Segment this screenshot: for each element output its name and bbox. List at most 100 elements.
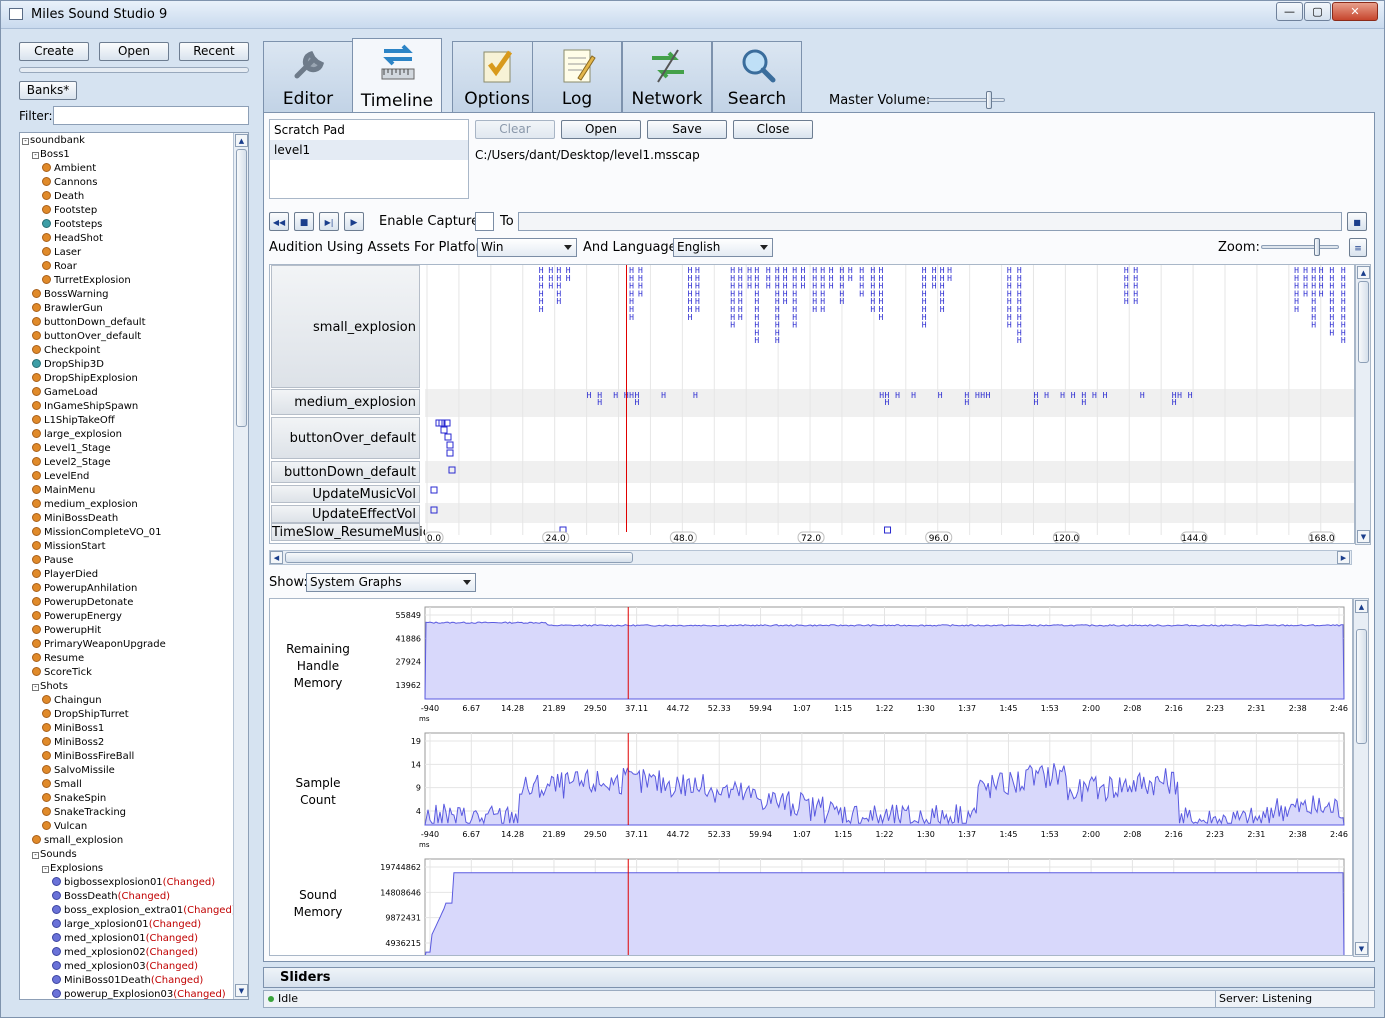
tree-item[interactable]: - Boss1 bbox=[32, 148, 70, 162]
capture-target-input[interactable] bbox=[518, 212, 1342, 231]
tree-item[interactable]: MiniBossFireBall bbox=[42, 750, 134, 764]
language-select[interactable]: English bbox=[673, 238, 773, 257]
save-button[interactable]: Save bbox=[647, 120, 727, 139]
tree-item[interactable]: PowerupEnergy bbox=[32, 610, 122, 624]
recent-button[interactable]: Recent bbox=[179, 42, 249, 61]
zoom-thumb[interactable] bbox=[1314, 238, 1320, 256]
tree-item[interactable]: Chaingun bbox=[42, 694, 102, 708]
scroll-thumb[interactable] bbox=[236, 149, 247, 427]
open-button[interactable]: Open bbox=[99, 42, 169, 61]
tree-item[interactable]: Footsteps bbox=[42, 218, 102, 232]
tree-item[interactable]: MiniBoss2 bbox=[42, 736, 104, 750]
timeline-vscrollbar[interactable]: ▲ ▼ bbox=[1355, 264, 1371, 545]
banks-button[interactable]: Banks* bbox=[19, 81, 77, 100]
tree-item[interactable]: SalvoMissile bbox=[42, 764, 115, 778]
tree-item[interactable]: MainMenu bbox=[32, 484, 95, 498]
collapse-icon[interactable]: - bbox=[42, 866, 49, 873]
show-select[interactable]: System Graphs bbox=[306, 573, 476, 592]
tree-item[interactable]: PowerupDetonate bbox=[32, 596, 133, 610]
timeline-plot[interactable]: HHHHHHHHHHHHHHHHHHHHHHHHHHHHHHHHHHHHHHHH… bbox=[425, 265, 1355, 544]
close-button[interactable]: Close bbox=[733, 120, 813, 139]
browse-button[interactable]: ■ bbox=[1347, 212, 1367, 231]
tree-item[interactable]: Resume bbox=[32, 652, 84, 666]
tree-item[interactable]: InGameShipSpawn bbox=[32, 400, 138, 414]
tree-item[interactable]: - Shots bbox=[32, 680, 68, 694]
play-button[interactable]: ▶ bbox=[344, 212, 364, 231]
event-timeline[interactable]: small_explosion medium_explosion buttonOve… bbox=[269, 264, 1355, 544]
sliders-panel-header[interactable]: Sliders bbox=[263, 967, 1375, 988]
tree-item[interactable]: Death bbox=[42, 190, 84, 204]
tree-item[interactable]: Small bbox=[42, 778, 82, 792]
tree-item[interactable]: Level1_Stage bbox=[32, 442, 111, 456]
list-item[interactable]: level1 bbox=[270, 140, 468, 160]
enable-capture-checkbox[interactable] bbox=[475, 212, 494, 231]
tree-item[interactable]: GameLoad bbox=[32, 386, 98, 400]
zoom-slider[interactable] bbox=[1261, 238, 1339, 256]
tree-item[interactable]: Cannons bbox=[42, 176, 97, 190]
scroll-thumb[interactable] bbox=[1358, 281, 1369, 363]
tree-item[interactable]: small_explosion bbox=[32, 834, 123, 848]
tab-network[interactable]: Network bbox=[622, 41, 712, 113]
tab-search[interactable]: Search bbox=[712, 41, 802, 113]
tree-item[interactable]: BossWarning bbox=[32, 288, 109, 302]
tab-log[interactable]: Log bbox=[532, 41, 622, 113]
tree-item[interactable]: buttonDown_default bbox=[32, 316, 146, 330]
scroll-thumb[interactable] bbox=[1356, 629, 1367, 744]
tree-item[interactable]: medium_explosion bbox=[32, 498, 138, 512]
tree-item[interactable]: PowerupAnhilation bbox=[32, 582, 137, 596]
tree-item[interactable]: med_xplosion03(Changed) bbox=[52, 960, 198, 974]
capture-list[interactable]: Scratch Pad level1 bbox=[269, 119, 469, 199]
scroll-down-icon[interactable]: ▼ bbox=[1357, 530, 1370, 543]
tree-item[interactable]: MiniBoss01Death(Changed) bbox=[52, 974, 203, 988]
open-capture-button[interactable]: Open bbox=[561, 120, 641, 139]
tree-item[interactable]: L1ShipTakeOff bbox=[32, 414, 115, 428]
scroll-right-icon[interactable]: ▶ bbox=[1337, 551, 1350, 564]
collapse-icon[interactable]: - bbox=[32, 152, 39, 159]
tree-item[interactable]: Roar bbox=[42, 260, 77, 274]
tree-item[interactable]: Checkpoint bbox=[32, 344, 100, 358]
tree-item[interactable]: SnakeSpin bbox=[42, 792, 106, 806]
scroll-down-icon[interactable]: ▼ bbox=[1355, 942, 1368, 955]
tree-item[interactable]: DropShipExplosion bbox=[32, 372, 138, 386]
tree-item[interactable]: - soundbank bbox=[22, 134, 85, 148]
create-button[interactable]: Create bbox=[19, 42, 89, 61]
scroll-up-icon[interactable]: ▲ bbox=[1355, 600, 1368, 613]
tree-item[interactable]: med_xplosion01(Changed) bbox=[52, 932, 198, 946]
track-label[interactable]: TimeSlow_ResumeMusic bbox=[271, 523, 430, 541]
clear-button[interactable]: Clear bbox=[475, 120, 555, 139]
track-label[interactable]: UpdateEffectVol bbox=[271, 505, 420, 523]
tree-item[interactable]: MiniBoss1 bbox=[42, 722, 104, 736]
tree-item[interactable]: Laser bbox=[42, 246, 81, 260]
tree-item[interactable]: SnakeTracking bbox=[42, 806, 126, 820]
tree-item[interactable]: PowerupHit bbox=[32, 624, 101, 638]
tab-editor[interactable]: Editor bbox=[263, 41, 353, 113]
graphs-scrollbar[interactable]: ▲ ▼ bbox=[1353, 598, 1369, 957]
collapse-icon[interactable]: - bbox=[32, 852, 39, 859]
tree-item[interactable]: HeadShot bbox=[42, 232, 103, 246]
scroll-up-icon[interactable]: ▲ bbox=[1357, 266, 1370, 279]
tree-item[interactable]: PrimaryWeaponUpgrade bbox=[32, 638, 166, 652]
track-label[interactable]: buttonDown_default bbox=[271, 461, 420, 483]
tree-item[interactable]: powerup_Explosion03(Changed) bbox=[52, 988, 226, 999]
tree-item[interactable]: MiniBossDeath bbox=[32, 512, 118, 526]
tree-item[interactable]: DropShip3D bbox=[32, 358, 104, 372]
track-label[interactable]: medium_explosion bbox=[271, 389, 420, 415]
tab-timeline[interactable]: Timeline bbox=[352, 38, 442, 114]
tree-item[interactable]: PlayerDied bbox=[32, 568, 98, 582]
scroll-down-icon[interactable]: ▼ bbox=[235, 984, 248, 997]
tree-item[interactable]: Vulcan bbox=[42, 820, 87, 834]
tree-item[interactable]: - Explosions bbox=[42, 862, 103, 876]
track-label[interactable]: buttonOver_default bbox=[271, 417, 420, 459]
step-button[interactable]: ▶| bbox=[319, 212, 339, 231]
collapse-icon[interactable]: - bbox=[32, 684, 39, 691]
platform-select[interactable]: Win bbox=[477, 238, 577, 257]
tree-item[interactable]: DropShipTurret bbox=[42, 708, 129, 722]
maximize-button[interactable]: ▢ bbox=[1304, 2, 1331, 21]
tree-item[interactable]: med_xplosion02(Changed) bbox=[52, 946, 198, 960]
tab-options[interactable]: Options bbox=[452, 41, 542, 113]
list-item[interactable]: Scratch Pad bbox=[270, 120, 468, 140]
scroll-left-icon[interactable]: ◀ bbox=[270, 551, 283, 564]
tree-item[interactable]: Level2_Stage bbox=[32, 456, 111, 470]
tree-item[interactable]: buttonOver_default bbox=[32, 330, 141, 344]
tree-item[interactable]: Pause bbox=[32, 554, 73, 568]
